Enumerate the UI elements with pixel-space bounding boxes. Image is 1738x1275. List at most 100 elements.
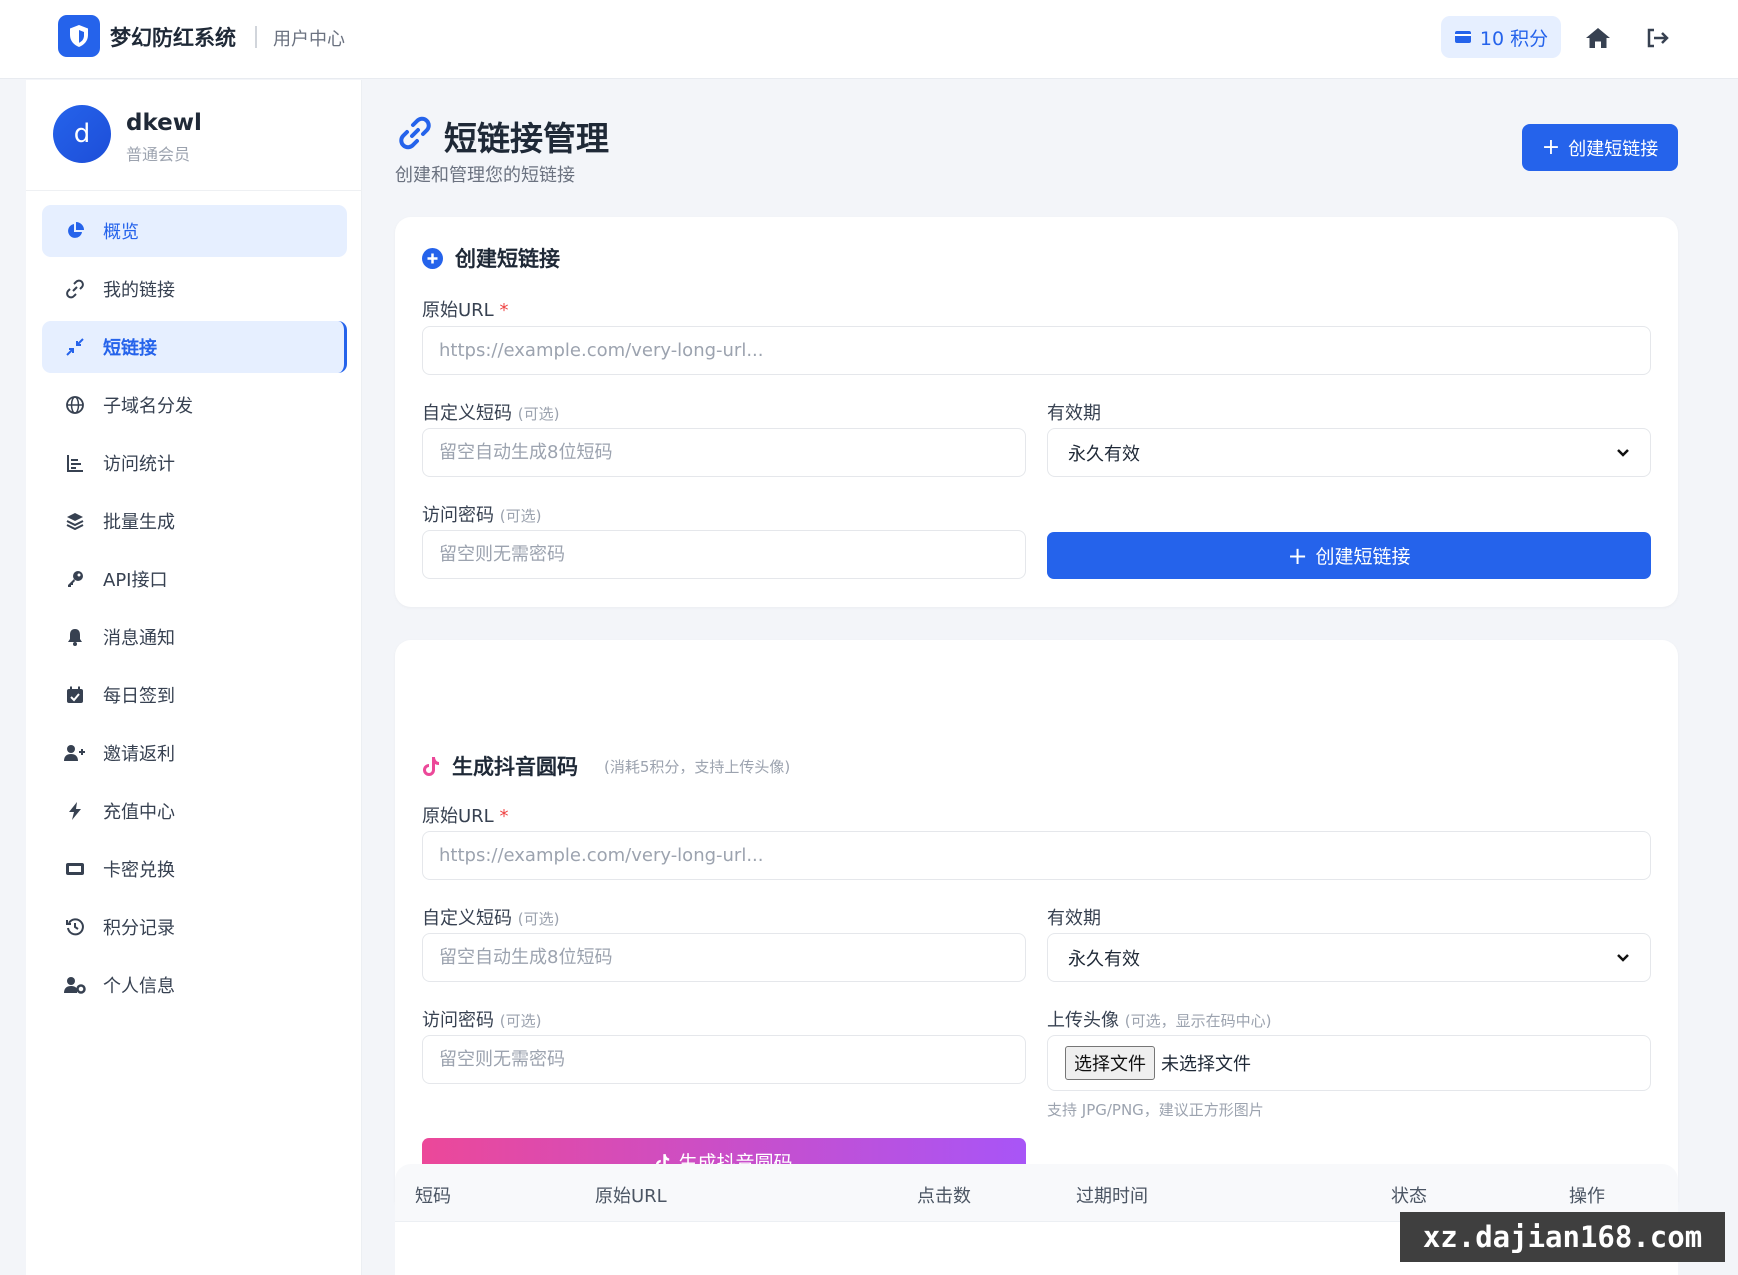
layers-icon — [64, 510, 86, 532]
bell-icon — [64, 626, 86, 648]
douyin-code-label-text: 自定义短码 — [422, 908, 512, 929]
sidebar-item-batch[interactable]: 批量生成 — [42, 495, 347, 547]
sidebar-item-api[interactable]: API接口 — [42, 553, 347, 605]
expire-label: 有效期 — [1047, 403, 1101, 424]
home-button[interactable] — [1582, 22, 1614, 54]
sidebar-nav: 概览 我的链接 短链接 子域名分发 访问统计 批量生成 API接口 消息通知 每… — [42, 205, 347, 1017]
douyin-code-label: 自定义短码 (可选) — [422, 904, 559, 930]
url-input[interactable] — [422, 326, 1651, 375]
optional-marker: (可选，显示在码中心) — [1124, 1012, 1272, 1030]
code-input[interactable] — [422, 428, 1026, 477]
sidebar-item-label: 消息通知 — [103, 628, 175, 649]
douyin-url-input[interactable] — [422, 831, 1651, 880]
douyin-expire-select[interactable]: 永久有效 — [1047, 933, 1651, 982]
table-header-cell: 操作 — [1569, 1186, 1605, 1207]
create-card-title-text: 创建短链接 — [455, 247, 560, 271]
url-label-text: 原始URL — [422, 300, 494, 321]
sidebar: d dkewl 普通会员 概览 我的链接 短链接 子域名分发 访问统计 批量生成 — [26, 80, 362, 1275]
avatar-upload-label: 上传头像 (可选，显示在码中心) — [1047, 1006, 1271, 1032]
file-status: 未选择文件 — [1161, 1054, 1251, 1075]
brand-divider — [255, 26, 257, 48]
sidebar-item-checkin[interactable]: 每日签到 — [42, 669, 347, 721]
submit-create-label: 创建短链接 — [1315, 546, 1411, 568]
plus-icon: + — [1541, 134, 1561, 160]
wallet-icon — [1454, 31, 1471, 43]
optional-marker: (可选) — [499, 507, 542, 525]
code-label-text: 自定义短码 — [422, 403, 512, 424]
history-icon — [64, 916, 86, 938]
optional-marker: (可选) — [499, 1012, 542, 1030]
create-link-button-label: 创建短链接 — [1568, 138, 1659, 160]
create-card-title: 创建短链接 — [422, 243, 560, 273]
points-badge[interactable]: 10 积分 — [1441, 16, 1561, 58]
douyin-card-title-text: 生成抖音圆码 — [452, 755, 578, 779]
optional-marker: (可选) — [517, 910, 560, 928]
choose-file-button[interactable]: 选择文件 — [1065, 1046, 1155, 1080]
optional-marker: (可选) — [517, 405, 560, 423]
sidebar-item-my-links[interactable]: 我的链接 — [42, 263, 347, 315]
url-label: 原始URL * — [422, 296, 508, 322]
avatar-file-input[interactable]: 选择文件 未选择文件 — [1047, 1035, 1651, 1091]
key-icon — [64, 568, 86, 590]
sidebar-item-card-redeem[interactable]: 卡密兑换 — [42, 843, 347, 895]
password-input[interactable] — [422, 530, 1026, 579]
page-title: 短链接管理 — [444, 119, 609, 158]
page-subtitle: 创建和管理您的短链接 — [395, 165, 575, 186]
chevron-down-icon — [1617, 448, 1629, 457]
logout-button[interactable] — [1641, 22, 1673, 54]
watermark: xz.dajian168.com — [1400, 1212, 1725, 1262]
douyin-password-input[interactable] — [422, 1035, 1026, 1084]
tiktok-icon — [423, 756, 439, 776]
expire-select-value: 永久有效 — [1068, 443, 1140, 465]
ticket-icon — [64, 858, 86, 880]
sidebar-item-profile[interactable]: 个人信息 — [42, 959, 347, 1011]
points-label: 10 积分 — [1479, 27, 1549, 50]
globe-icon — [64, 394, 86, 416]
douyin-code-card: 生成抖音圆码 (消耗5积分，支持上传头像) 原始URL * 自定义短码 (可选)… — [395, 640, 1678, 1213]
sidebar-item-label: 积分记录 — [103, 918, 175, 939]
sidebar-item-invite[interactable]: 邀请返利 — [42, 727, 347, 779]
sidebar-separator — [26, 190, 362, 191]
sidebar-item-subdomain[interactable]: 子域名分发 — [42, 379, 347, 431]
home-icon — [1586, 28, 1610, 48]
table-header-cell: 短码 — [415, 1186, 451, 1207]
sidebar-item-label: 个人信息 — [103, 976, 175, 997]
pie-chart-icon — [64, 220, 86, 242]
sidebar-item-stats[interactable]: 访问统计 — [42, 437, 347, 489]
sidebar-item-short-links[interactable]: 短链接 — [42, 321, 347, 373]
user-gear-icon — [64, 974, 86, 996]
douyin-expire-select-value: 永久有效 — [1068, 948, 1140, 970]
table-header-cell: 原始URL — [595, 1186, 667, 1207]
plus-icon: + — [1287, 541, 1308, 570]
douyin-expire-label: 有效期 — [1047, 908, 1101, 929]
table-header-cell: 过期时间 — [1076, 1186, 1148, 1207]
sidebar-item-label: API接口 — [103, 570, 168, 591]
sidebar-item-notifications[interactable]: 消息通知 — [42, 611, 347, 663]
douyin-password-label-text: 访问密码 — [422, 1010, 494, 1031]
sidebar-item-overview[interactable]: 概览 — [42, 205, 347, 257]
expire-select[interactable]: 永久有效 — [1047, 428, 1651, 477]
password-label-text: 访问密码 — [422, 505, 494, 526]
compress-icon — [64, 336, 86, 358]
user-level: 普通会员 — [126, 145, 191, 164]
sidebar-item-label: 卡密兑换 — [103, 860, 175, 881]
table-header-cell: 状态 — [1391, 1186, 1427, 1207]
file-hint: 支持 JPG/PNG，建议正方形图片 — [1047, 1101, 1264, 1119]
douyin-code-input[interactable] — [422, 933, 1026, 982]
sidebar-item-label: 子域名分发 — [103, 396, 193, 417]
bar-chart-icon — [64, 452, 86, 474]
chevron-down-icon — [1617, 953, 1629, 962]
user-avatar[interactable]: d — [53, 105, 111, 163]
sidebar-item-points-history[interactable]: 积分记录 — [42, 901, 347, 953]
submit-create-button[interactable]: + 创建短链接 — [1047, 532, 1651, 579]
user-name: dkewl — [126, 110, 202, 136]
required-marker: * — [499, 300, 509, 321]
shield-logo-icon — [58, 15, 100, 57]
sidebar-item-label: 概览 — [103, 222, 139, 243]
user-plus-icon — [64, 742, 86, 764]
create-link-button[interactable]: + 创建短链接 — [1522, 124, 1678, 171]
sidebar-item-recharge[interactable]: 充值中心 — [42, 785, 347, 837]
top-bar: 梦幻防红系统 用户中心 10 积分 — [0, 0, 1738, 79]
sidebar-item-label: 邀请返利 — [103, 744, 175, 765]
sidebar-item-label: 每日签到 — [103, 686, 175, 707]
